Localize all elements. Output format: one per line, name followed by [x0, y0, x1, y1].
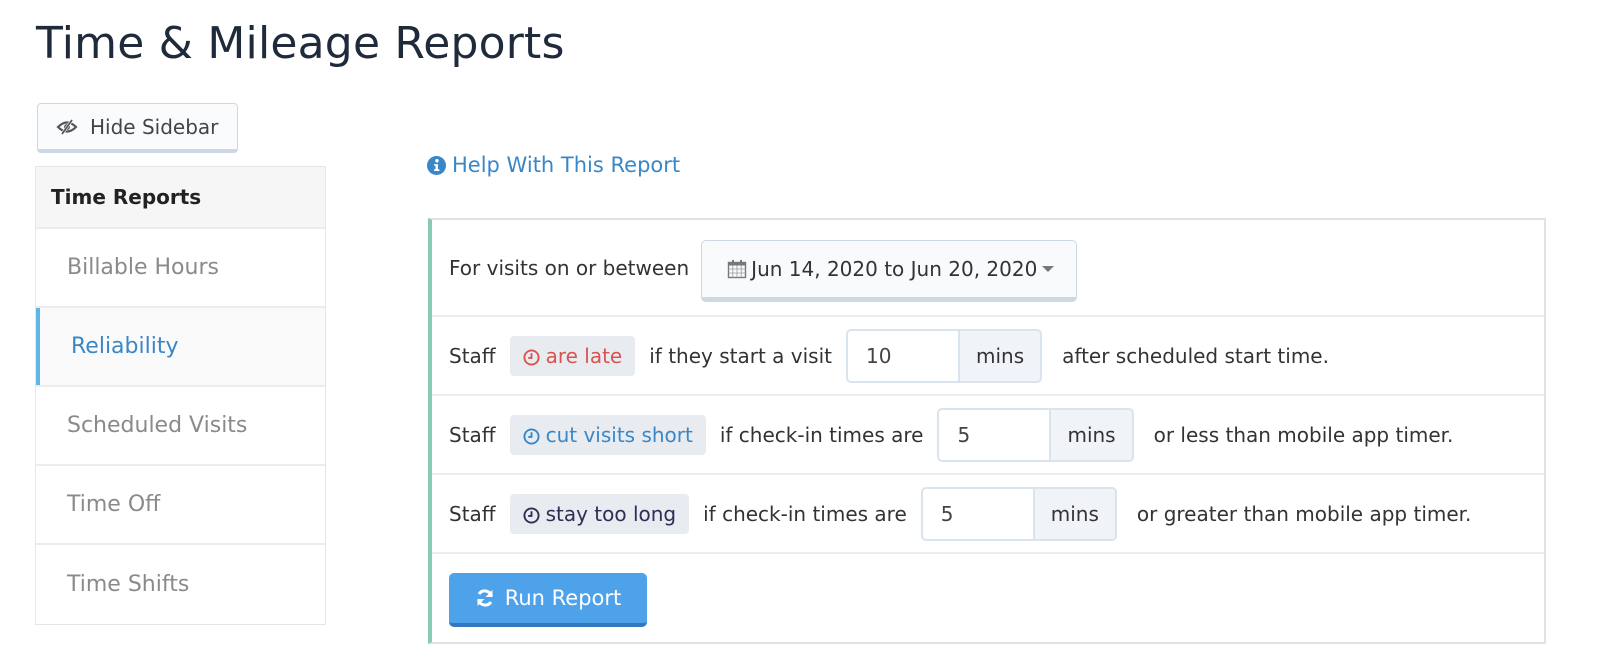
short-minutes-group: mins [937, 407, 1134, 462]
date-range-row: For visits on or between Jun 14, 2020 to… [432, 220, 1544, 317]
sidebar-item-billable-hours[interactable]: Billable Hours [36, 229, 325, 308]
date-range-picker[interactable]: Jun 14, 2020 to Jun 20, 2020 [701, 239, 1078, 302]
rule-subject: Staff [449, 343, 496, 368]
unit-addon: mins [957, 328, 1043, 383]
sidebar-item-time-off[interactable]: Time Off [36, 466, 325, 545]
report-sidebar: Time Reports Billable Hours Reliability … [35, 166, 326, 625]
calendar-icon [727, 259, 747, 279]
short-minutes-input[interactable] [937, 407, 1050, 462]
caret-down-icon [1042, 265, 1055, 272]
late-minutes-input[interactable] [845, 328, 958, 383]
rule-condition: if they start a visit [649, 343, 832, 368]
run-report-button[interactable]: Run Report [449, 573, 647, 627]
help-link[interactable]: Help With This Report [427, 153, 680, 177]
page-title: Time & Mileage Reports [36, 18, 565, 69]
sidebar-item-scheduled-visits[interactable]: Scheduled Visits [36, 387, 325, 466]
rule-condition: if check-in times are [719, 422, 924, 447]
date-range-label: For visits on or between [449, 255, 690, 280]
rule-suffix: after scheduled start time. [1062, 343, 1329, 368]
late-minutes-group: mins [845, 328, 1043, 383]
sidebar-item-label: Scheduled Visits [67, 413, 248, 438]
late-tag: are late [509, 335, 636, 376]
tag-label: stay too long [545, 501, 677, 526]
sidebar-item-label: Time Shifts [67, 572, 190, 597]
sidebar-item-reliability[interactable]: Reliability [36, 308, 325, 387]
rule-suffix: or less than mobile app timer. [1153, 422, 1454, 447]
sidebar-item-label: Billable Hours [67, 255, 219, 280]
sidebar-header: Time Reports [36, 167, 325, 229]
rule-row-short: Staff cut visits short if check-in times… [432, 396, 1544, 475]
short-tag: cut visits short [509, 414, 706, 455]
date-range-value: Jun 14, 2020 to Jun 20, 2020 [751, 256, 1038, 281]
refresh-icon [475, 588, 495, 608]
hide-sidebar-label: Hide Sidebar [90, 114, 219, 139]
rule-subject: Staff [449, 501, 496, 526]
rule-condition: if check-in times are [703, 501, 907, 526]
sidebar-item-label: Reliability [71, 334, 179, 359]
hide-sidebar-button[interactable]: Hide Sidebar [37, 103, 238, 153]
sidebar-item-label: Time Off [67, 492, 161, 517]
unit-addon: mins [1032, 486, 1117, 541]
info-circle-icon [427, 155, 446, 175]
long-minutes-input[interactable] [920, 486, 1033, 541]
report-form-panel: For visits on or between Jun 14, 2020 to… [428, 218, 1546, 644]
long-minutes-group: mins [920, 486, 1117, 541]
long-tag: stay too long [509, 493, 690, 534]
rule-suffix: or greater than mobile app timer. [1136, 501, 1472, 526]
rule-subject: Staff [449, 422, 496, 447]
tag-label: cut visits short [545, 422, 693, 447]
eye-slash-icon [56, 118, 78, 135]
clock-icon [523, 426, 540, 445]
actions-row: Run Report [432, 554, 1544, 627]
help-link-label: Help With This Report [452, 153, 681, 177]
tag-label: are late [545, 343, 623, 368]
rule-row-long: Staff stay too long if check-in times ar… [432, 475, 1544, 554]
run-report-label: Run Report [504, 586, 622, 610]
rule-row-late: Staff are late if they start a visit min… [432, 317, 1544, 396]
clock-icon [523, 505, 540, 524]
unit-addon: mins [1049, 407, 1134, 462]
clock-icon [523, 347, 540, 366]
sidebar-item-time-shifts[interactable]: Time Shifts [36, 545, 325, 624]
